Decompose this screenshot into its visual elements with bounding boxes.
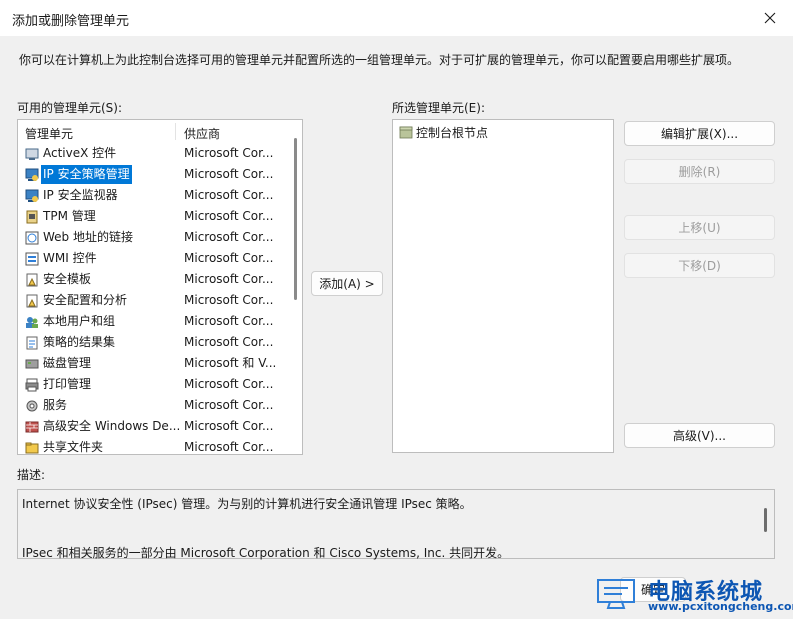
snapin-vendor: Microsoft 和 V... — [184, 356, 277, 370]
snapin-vendor: Microsoft Cor... — [184, 209, 274, 223]
users-groups-icon — [24, 314, 40, 330]
snapin-vendor: Microsoft Cor... — [184, 335, 274, 349]
list-item[interactable]: 安全模板 Microsoft Cor... — [18, 270, 288, 291]
intro-text: 你可以在计算机上为此控制台选择可用的管理单元并配置所选的一组管理单元。对于可扩展… — [19, 53, 740, 67]
security-template-icon — [24, 272, 40, 288]
description-box: Internet 协议安全性 (IPsec) 管理。为与别的计算机进行安全通讯管… — [17, 489, 775, 560]
advanced-button[interactable]: 高级(V)... — [624, 423, 775, 448]
snapin-rows: ActiveX 控件 Microsoft Cor... IP 安全策略管理 Micro… — [18, 144, 288, 454]
snapin-vendor: Microsoft Cor... — [184, 146, 274, 160]
services-icon — [24, 398, 40, 414]
watermark-url: www.pcxitongcheng.com — [648, 600, 793, 613]
column-header-vendor[interactable]: 供应商 — [184, 125, 220, 142]
move-up-button[interactable]: 上移(U) — [624, 215, 775, 240]
list-item[interactable]: Web 地址的链接 Microsoft Cor... — [18, 228, 288, 249]
selected-label: 所选管理单元(E): — [392, 101, 485, 115]
activex-icon — [24, 146, 40, 162]
list-item[interactable]: TPM 管理 Microsoft Cor... — [18, 207, 288, 228]
list-item[interactable]: 策略的结果集 Microsoft Cor... — [18, 333, 288, 354]
watermark: 电脑系统城 www.pcxitongcheng.com — [592, 572, 793, 617]
snapin-name: 本地用户和组 — [43, 314, 116, 328]
snapin-name: IP 安全监视器 — [43, 188, 118, 202]
list-item[interactable]: ActiveX 控件 Microsoft Cor... — [18, 144, 288, 165]
description-line-1: Internet 协议安全性 (IPsec) 管理。为与别的计算机进行安全通讯管… — [22, 497, 472, 511]
snapin-vendor: Microsoft Cor... — [184, 398, 274, 412]
edit-extensions-button[interactable]: 编辑扩展(X)... — [624, 121, 775, 146]
list-item[interactable]: WMI 控件 Microsoft Cor... — [18, 249, 288, 270]
list-item[interactable]: 磁盘管理 Microsoft 和 V... — [18, 354, 288, 375]
snapin-vendor: Microsoft Cor... — [184, 314, 274, 328]
snapin-name: 策略的结果集 — [43, 335, 116, 349]
remove-button[interactable]: 删除(R) — [624, 159, 775, 184]
snapin-vendor: Microsoft Cor... — [184, 167, 274, 181]
firewall-icon — [24, 419, 40, 435]
list-item[interactable]: 共享文件夹 Microsoft Cor... — [18, 438, 288, 454]
shared-folder-icon — [24, 440, 40, 454]
disk-management-icon — [24, 356, 40, 372]
list-item[interactable]: 高级安全 Windows De... Microsoft Cor... — [18, 417, 288, 438]
close-icon — [764, 12, 776, 24]
snapin-name: Web 地址的链接 — [43, 230, 133, 244]
available-label: 可用的管理单元(S): — [17, 101, 123, 115]
list-scroll-thumb[interactable] — [294, 138, 297, 300]
snapin-name: ActiveX 控件 — [43, 146, 117, 160]
list-item[interactable]: 安全配置和分析 Microsoft Cor... — [18, 291, 288, 312]
ip-security-monitor-icon — [24, 188, 40, 204]
list-item[interactable]: 打印管理 Microsoft Cor... — [18, 375, 288, 396]
snapin-name: TPM 管理 — [43, 209, 96, 223]
snapin-vendor: Microsoft Cor... — [184, 188, 274, 202]
add-button[interactable]: 添加(A) > — [311, 271, 383, 296]
print-management-icon — [24, 377, 40, 393]
snapin-name: IP 安全策略管理 — [41, 165, 132, 184]
console-root-label: 控制台根节点 — [416, 125, 489, 140]
list-item[interactable]: IP 安全监视器 Microsoft Cor... — [18, 186, 288, 207]
available-snapins-list[interactable]: 管理单元 供应商 ActiveX 控件 Microsoft Cor... IP 安全… — [17, 119, 303, 455]
wmi-icon — [24, 251, 40, 267]
policy-results-icon — [24, 335, 40, 351]
window-title: 添加或删除管理单元 — [12, 14, 130, 29]
snapin-vendor: Microsoft Cor... — [184, 419, 274, 433]
snapin-name: WMI 控件 — [43, 251, 97, 265]
description-label: 描述: — [17, 468, 46, 482]
snapin-vendor: Microsoft Cor... — [184, 272, 274, 286]
title-bar: 添加或删除管理单元 — [0, 0, 793, 36]
snapin-name: 磁盘管理 — [43, 356, 92, 370]
dialog-body: 你可以在计算机上为此控制台选择可用的管理单元并配置所选的一组管理单元。对于可扩展… — [0, 36, 793, 619]
snapin-vendor: Microsoft Cor... — [184, 251, 274, 265]
snapin-vendor: Microsoft Cor... — [184, 440, 274, 454]
column-header-snapin[interactable]: 管理单元 — [25, 125, 73, 142]
snapin-vendor: Microsoft Cor... — [184, 230, 274, 244]
snapin-name: 服务 — [43, 398, 68, 412]
description-scrollbar[interactable] — [758, 490, 774, 558]
description-scroll-thumb[interactable] — [764, 508, 767, 532]
description-line-2: IPsec 和相关服务的一部分由 Microsoft Corporation 和… — [22, 546, 510, 560]
snapin-name: 共享文件夹 — [43, 440, 104, 454]
watermark-logo-icon — [597, 579, 635, 609]
tpm-icon — [24, 209, 40, 225]
folder-icon — [399, 126, 413, 139]
web-link-icon — [24, 230, 40, 246]
list-item[interactable]: 服务 Microsoft Cor... — [18, 396, 288, 417]
snapin-name: 安全模板 — [43, 272, 92, 286]
list-item[interactable]: 本地用户和组 Microsoft Cor... — [18, 312, 288, 333]
snapin-vendor: Microsoft Cor... — [184, 377, 274, 391]
ip-security-policy-icon — [24, 167, 40, 183]
selected-snapins-tree[interactable]: 控制台根节点 — [392, 119, 614, 453]
security-config-icon — [24, 293, 40, 309]
snapin-name: 打印管理 — [43, 377, 92, 391]
list-scrollbar[interactable] — [288, 120, 302, 454]
list-item[interactable]: IP 安全策略管理 Microsoft Cor... — [18, 165, 288, 186]
close-button[interactable] — [747, 0, 793, 36]
list-header: 管理单元 供应商 — [18, 120, 288, 142]
column-divider[interactable] — [175, 123, 176, 140]
move-down-button[interactable]: 下移(D) — [624, 253, 775, 278]
snapin-vendor: Microsoft Cor... — [184, 293, 274, 307]
snapin-name: 高级安全 Windows De... — [43, 419, 181, 433]
console-root-node[interactable]: 控制台根节点 — [399, 124, 488, 140]
snapin-name: 安全配置和分析 — [43, 293, 128, 307]
